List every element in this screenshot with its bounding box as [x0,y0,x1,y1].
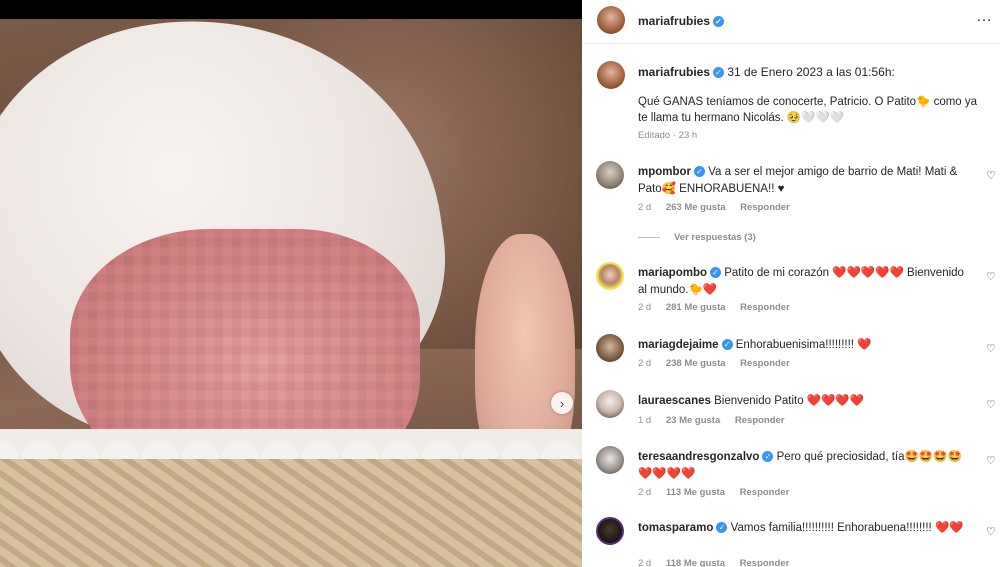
photo-blanket [0,459,582,567]
comment-text-block: teresaandresgonzalvo ✓ Pero qué preciosid… [638,449,968,483]
author-avatar[interactable] [597,6,625,34]
comment-username[interactable]: mariapombo [638,267,707,279]
reply-button[interactable]: Responder [740,558,790,567]
commenter-avatar[interactable] [596,517,624,545]
comment-username[interactable]: mpombor [638,166,691,178]
comment-meta: 2 d 238 Me gusta Responder [638,358,802,369]
comment-likes[interactable]: 113 Me gusta [666,487,725,498]
author-name-row: mariafrubies ✓ [638,14,725,28]
verified-icon: ✓ [721,339,733,351]
carousel-next-button[interactable]: › [551,392,573,414]
heart-icon[interactable]: ♡ [986,270,998,283]
view-replies-button[interactable]: Ver respuestas (3) [638,232,756,243]
caption-avatar[interactable] [597,61,625,89]
comment-text: Vamos familia!!!!!!!!!! Enhorabuena!!!!!… [730,522,964,534]
comment-meta: 1 d 23 Me gusta Responder [638,415,797,426]
chevron-right-icon: › [559,395,565,411]
commenter-avatar[interactable] [596,334,624,362]
comment-username[interactable]: mariagdejaime [638,339,719,351]
post-header: mariafrubies ✓ … [582,0,1000,44]
caption-edited: Editado · 23 h [638,130,698,141]
reply-button[interactable]: Responder [740,487,790,498]
comment-age: 1 d [638,415,652,426]
view-replies-label: Ver respuestas (3) [674,232,756,243]
verified-icon: ✓ [713,16,725,28]
verified-icon: ✓ [716,522,728,534]
comment-username[interactable]: tomasparamo [638,522,713,534]
verified-icon: ✓ [762,451,774,463]
reply-button[interactable]: Responder [735,415,785,426]
comment-age: 2 d [638,487,652,498]
comment-likes[interactable]: 281 Me gusta [666,302,726,313]
commenter-avatar[interactable] [596,446,624,474]
heart-icon[interactable]: ♡ [986,525,998,538]
reply-button[interactable]: Responder [740,302,790,313]
heart-icon[interactable]: ♡ [986,454,998,467]
comment-meta: 2 d 263 Me gusta Responder [638,202,802,213]
verified-icon: ✓ [694,166,706,178]
comment-meta: 2 d 113 Me gusta Responder [638,487,801,498]
verified-icon: ✓ [710,267,722,279]
caption-username[interactable]: mariafrubies [638,65,710,79]
commenter-avatar[interactable] [596,161,624,189]
comment-age: 2 d [638,302,652,313]
verified-icon: ✓ [713,67,725,79]
comment-likes[interactable]: 118 Me gusta [666,558,725,567]
comment-text-block: mariagdejaime ✓ Enhorabuenisima!!!!!!!!! … [638,337,968,354]
heart-icon[interactable]: ♡ [986,398,998,411]
more-options-icon[interactable]: … [976,8,993,26]
commenter-avatar[interactable] [596,390,624,418]
comment-username[interactable]: teresaandresgonzalvo [638,451,759,463]
top-black-bar [0,0,582,19]
reply-button[interactable]: Responder [740,202,790,213]
heart-icon[interactable]: ♡ [986,169,998,182]
comment-meta: 2 d 118 Me gusta Responder [638,558,801,567]
caption-text: Qué GANAS teníamos de conocerte, Patrici… [638,96,978,124]
comment-likes[interactable]: 23 Me gusta [666,415,720,426]
commenter-avatar[interactable] [596,262,624,290]
replies-divider [638,236,660,238]
comment-text: Bienvenido Patito ❤️❤️❤️❤️ [714,395,865,407]
reply-button[interactable]: Responder [740,358,790,369]
caption-header: mariafrubies ✓ 31 de Enero 2023 a las 01:… [638,65,895,79]
comment-age: 2 d [638,202,652,213]
comment-likes[interactable]: 238 Me gusta [666,358,726,369]
comment-age: 2 d [638,358,652,369]
author-username[interactable]: mariafrubies [638,14,710,28]
comment-username[interactable]: lauraescanes [638,395,711,407]
comment-likes[interactable]: 263 Me gusta [666,202,726,213]
comment-text: Enhorabuenisima!!!!!!!!! ❤️ [735,339,872,351]
comment-text-block: mariapombo ✓ Patito de mi corazón ❤️❤️❤️❤… [638,265,968,299]
comment-age: 2 d [638,558,652,567]
comment-text-block: lauraescanes Bienvenido Patito ❤️❤️❤️❤️ [638,393,968,410]
comment-text-block: mpombor ✓ Va a ser el mejor amigo de barr… [638,164,968,198]
comment-meta: 2 d 281 Me gusta Responder [638,302,802,313]
caption-date: 31 de Enero 2023 a las 01:56h: [727,65,895,79]
post-side-panel: mariafrubies ✓ … mariafrubies ✓ 31 de Ener… [582,0,1000,567]
heart-icon[interactable]: ♡ [986,342,998,355]
post-photo[interactable]: › [0,19,582,567]
comment-text-block: tomasparamo ✓ Vamos familia!!!!!!!!!! Enh… [638,520,968,537]
